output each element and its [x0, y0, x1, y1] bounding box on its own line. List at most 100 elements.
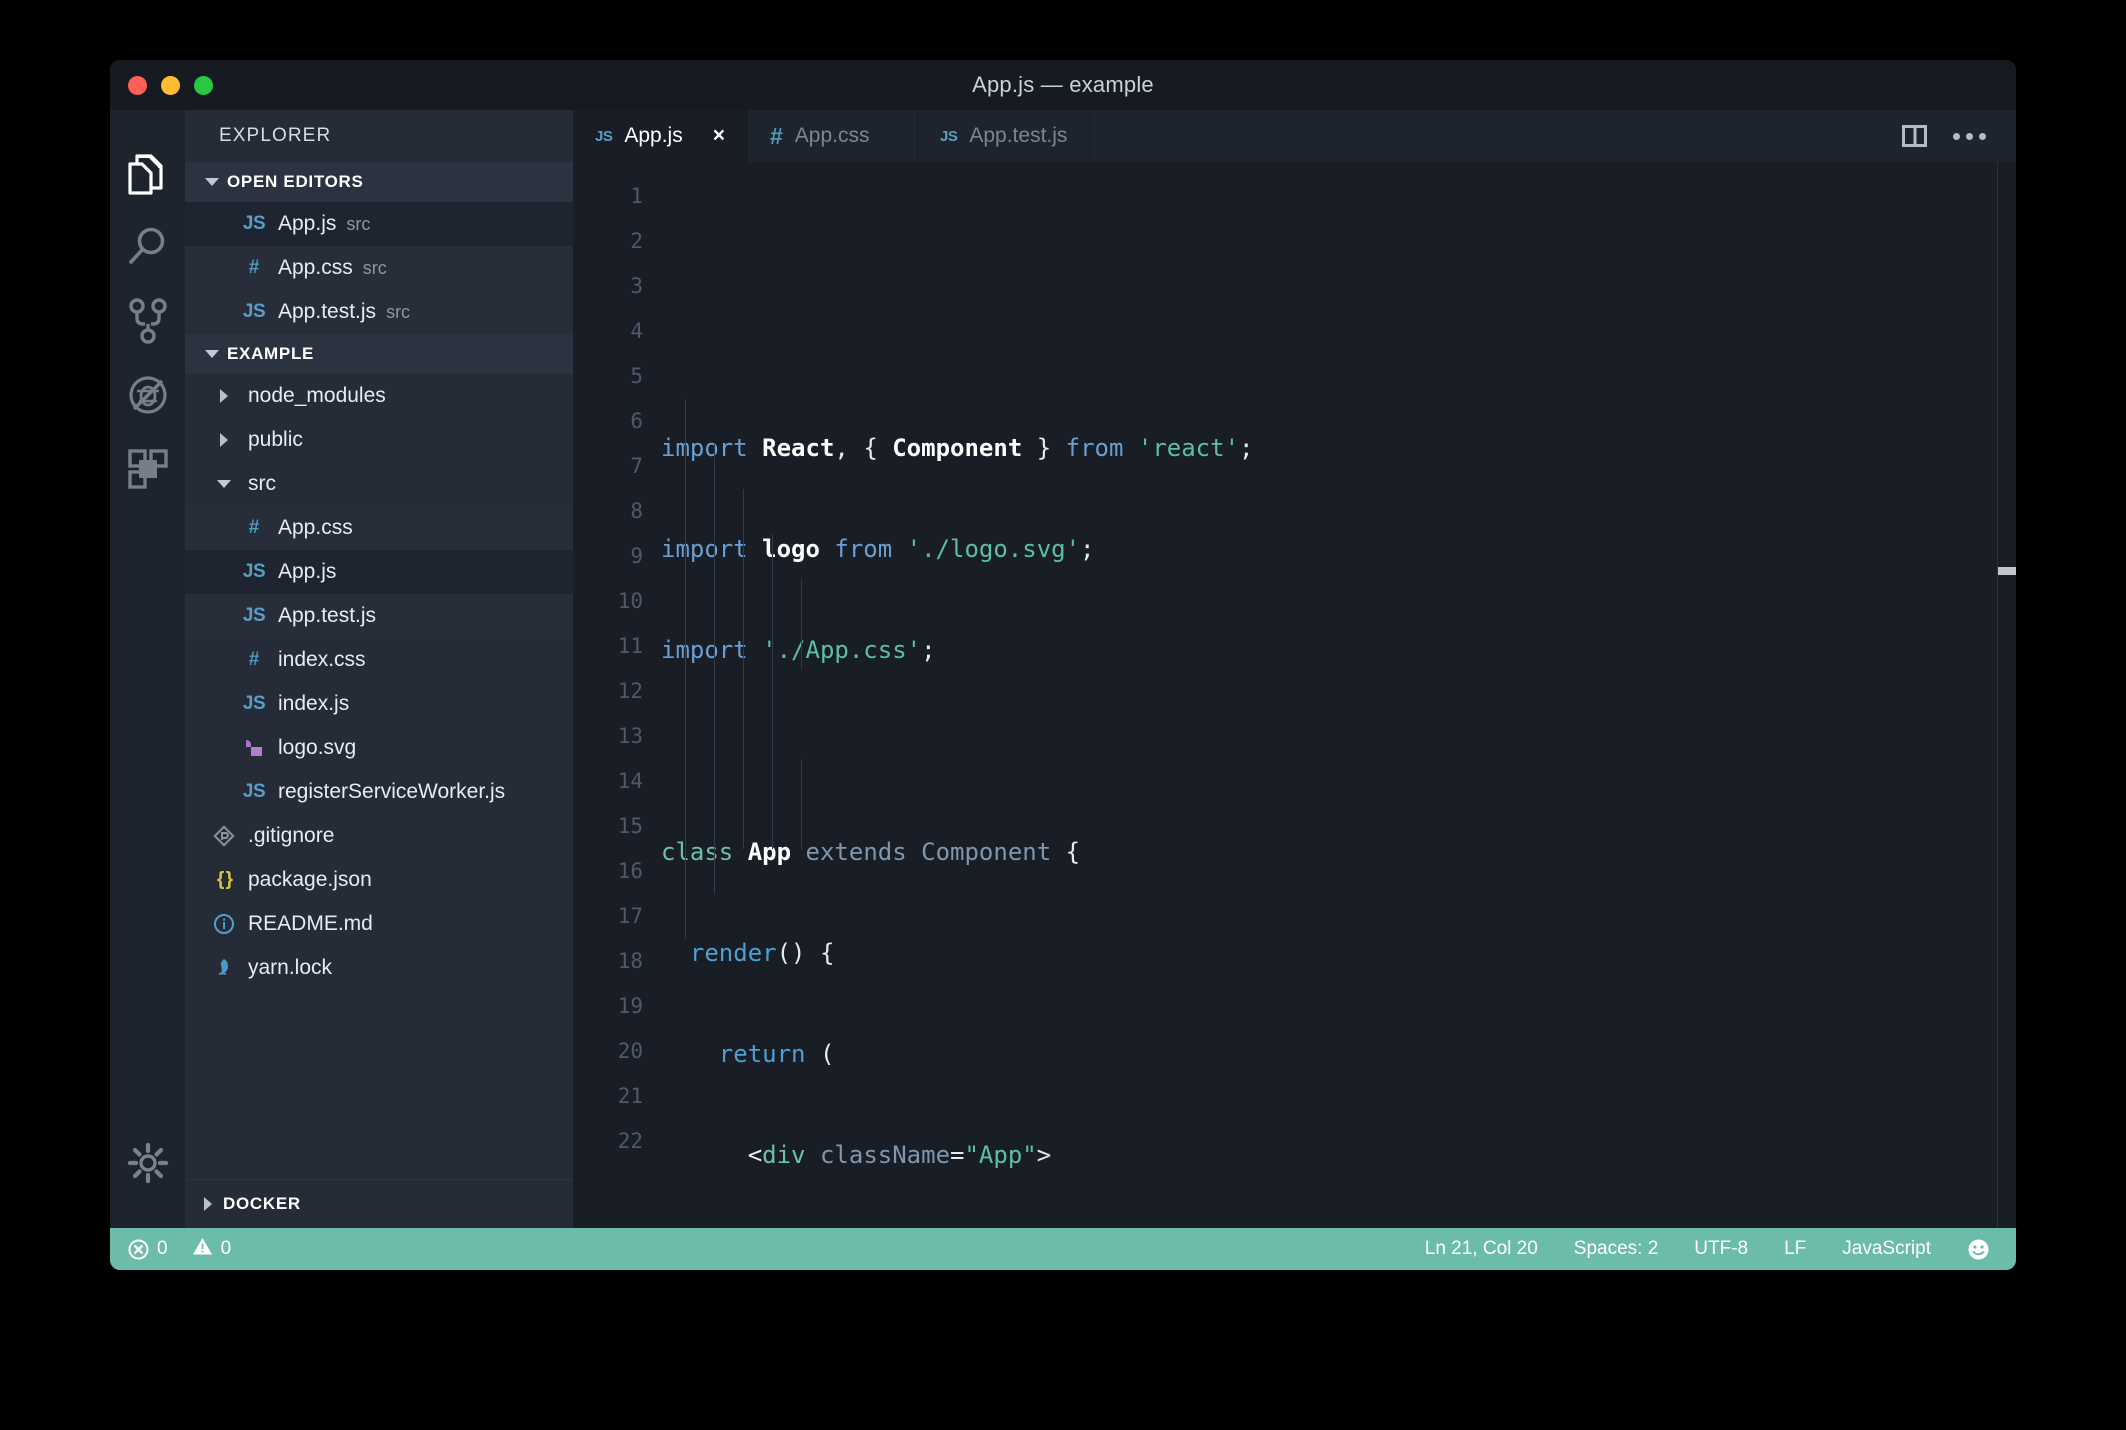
activity-item-settings[interactable] [110, 1128, 185, 1202]
tree-item-label: logo.svg [278, 736, 356, 760]
split-editor-icon[interactable] [1902, 125, 1927, 147]
line-number: 18 [573, 939, 643, 984]
code-line [661, 729, 2016, 774]
section-example-label: EXAMPLE [227, 344, 314, 364]
json-file-icon: { } [207, 869, 241, 891]
indent-guide [772, 534, 773, 849]
activity-item-search[interactable] [110, 212, 185, 286]
tree-item-app-css[interactable]: # App.css [185, 506, 573, 550]
tree-item-public[interactable]: public [185, 418, 573, 462]
error-count: 0 [157, 1238, 168, 1260]
close-window-button[interactable] [128, 76, 147, 95]
chevron-right-icon [207, 433, 241, 447]
open-editor-label: App.js [278, 212, 336, 236]
indentation-setting[interactable]: Spaces: 2 [1574, 1238, 1659, 1260]
tree-item-yarn-lock[interactable]: yarn.lock [185, 946, 573, 990]
tree-item-src[interactable]: src [185, 462, 573, 506]
css-file-icon: # [770, 123, 783, 150]
tree-item-index-css[interactable]: # index.css [185, 638, 573, 682]
css-file-icon: # [237, 517, 271, 539]
tree-item-readme-md[interactable]: README.md [185, 902, 573, 946]
js-file-icon: JS [237, 561, 271, 583]
svg-file-icon [237, 737, 271, 759]
code-editor[interactable]: 1 2 3 4 5 6 7 8 9 10 11 12 13 14 15 16 1 [573, 162, 2016, 1228]
editor-area: JS App.js × # App.css JS App.test.js [573, 110, 2016, 1228]
tab-bar-empty-space [1090, 110, 1902, 162]
section-open-editors[interactable]: OPEN EDITORS [185, 162, 573, 202]
chevron-right-icon [197, 1197, 219, 1211]
vscode-window: App.js — example [110, 60, 2016, 1270]
line-number: 13 [573, 714, 643, 759]
close-tab-icon[interactable]: × [713, 124, 725, 148]
tab-label: App.js [624, 124, 682, 148]
minimize-window-button[interactable] [161, 76, 180, 95]
sidebar-title: EXPLORER [185, 110, 573, 162]
line-number: 12 [573, 669, 643, 714]
line-number: 21 [573, 1074, 643, 1119]
line-number: 10 [573, 579, 643, 624]
maximize-window-button[interactable] [194, 76, 213, 95]
line-number: 15 [573, 804, 643, 849]
open-editor-item[interactable]: JS App.js src [185, 202, 573, 246]
activity-item-source-control[interactable] [110, 286, 185, 360]
tree-item-label: App.test.js [278, 604, 376, 628]
open-editor-item[interactable]: # App.css src [185, 246, 573, 290]
open-editor-item[interactable]: JS App.test.js src [185, 290, 573, 334]
tree-item-app-js[interactable]: JS App.js [185, 550, 573, 594]
code-line: import './App.css'; [661, 628, 2016, 673]
chevron-right-icon [207, 389, 241, 403]
code-line: render() { [661, 931, 2016, 976]
yarn-file-icon [207, 956, 241, 980]
smiley-icon[interactable] [1967, 1238, 1990, 1261]
open-editor-path: src [363, 258, 387, 279]
js-file-icon: JS [940, 128, 957, 145]
line-number: 4 [573, 309, 643, 354]
problems-status[interactable]: 0 0 [128, 1236, 231, 1263]
line-number: 2 [573, 219, 643, 264]
open-editor-label: App.css [278, 256, 353, 280]
chevron-down-icon [207, 480, 241, 488]
activity-item-debug[interactable] [110, 360, 185, 434]
open-editor-path: src [386, 302, 410, 323]
section-open-editors-label: OPEN EDITORS [227, 172, 364, 192]
line-number-gutter: 1 2 3 4 5 6 7 8 9 10 11 12 13 14 15 16 1 [573, 162, 661, 1228]
editor-scrollbar[interactable] [1998, 162, 2016, 1228]
tree-item-index-js[interactable]: JS index.js [185, 682, 573, 726]
line-number: 19 [573, 984, 643, 1029]
eol-setting[interactable]: LF [1784, 1238, 1806, 1260]
encoding-setting[interactable]: UTF-8 [1694, 1238, 1748, 1260]
tree-item-register-service-worker[interactable]: JS registerServiceWorker.js [185, 770, 573, 814]
tree-item-gitignore[interactable]: .gitignore [185, 814, 573, 858]
section-docker[interactable]: DOCKER [185, 1179, 573, 1228]
activity-bar [110, 110, 185, 1228]
more-actions-icon[interactable] [1953, 133, 1986, 140]
tree-item-label: src [248, 472, 276, 496]
tree-item-logo-svg[interactable]: logo.svg [185, 726, 573, 770]
tree-item-node-modules[interactable]: node_modules [185, 374, 573, 418]
activity-item-explorer[interactable] [110, 138, 185, 212]
tree-item-package-json[interactable]: { } package.json [185, 858, 573, 902]
markdown-file-icon [207, 912, 241, 936]
line-number: 14 [573, 759, 643, 804]
tab-app-js[interactable]: JS App.js × [573, 110, 748, 162]
tab-app-test-js[interactable]: JS App.test.js [918, 110, 1090, 162]
section-example[interactable]: EXAMPLE [185, 334, 573, 374]
tree-item-label: App.js [278, 560, 336, 584]
tree-item-label: README.md [248, 912, 373, 936]
tab-app-css[interactable]: # App.css [748, 110, 918, 162]
title-bar: App.js — example [110, 60, 2016, 110]
css-file-icon: # [237, 257, 271, 279]
code-content[interactable]: import React, { Component } from 'react'… [661, 162, 2016, 1228]
tree-item-app-test-js[interactable]: JS App.test.js [185, 594, 573, 638]
cursor-position[interactable]: Ln 21, Col 20 [1425, 1238, 1538, 1260]
line-number: 17 [573, 894, 643, 939]
js-file-icon: JS [237, 301, 271, 323]
window-controls [128, 76, 213, 95]
warning-icon [192, 1236, 213, 1263]
tree-item-label: index.js [278, 692, 349, 716]
activity-item-extensions[interactable] [110, 434, 185, 508]
gear-icon [127, 1142, 169, 1189]
scrollbar-thumb[interactable] [1998, 567, 2016, 575]
line-number: 9 [573, 534, 643, 579]
language-mode[interactable]: JavaScript [1842, 1238, 1931, 1260]
